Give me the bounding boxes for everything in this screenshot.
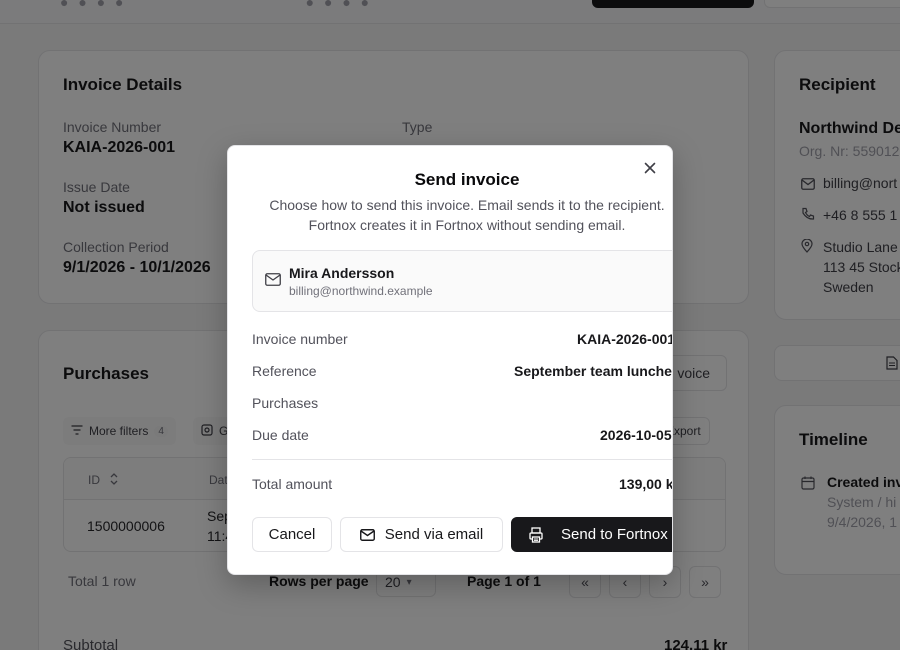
recipient-name: Mira Andersson <box>289 265 395 281</box>
due-date-row-label: Due date <box>252 427 309 443</box>
dialog-description-line1: Choose how to send this invoice. Email s… <box>269 197 665 213</box>
send-to-fortnox-button[interactable]: Send to Fortnox <box>511 517 672 552</box>
send-invoice-dialog: Send invoice Choose how to send this inv… <box>227 145 673 575</box>
invoice-number-row-value: KAIA-2026-001 <box>577 331 673 347</box>
send-via-email-label: Send via email <box>384 526 484 543</box>
mail-icon <box>359 528 375 541</box>
reference-row-label: Reference <box>252 363 317 379</box>
invoice-number-row-label: Invoice number <box>252 331 348 347</box>
dialog-description-line2: Fortnox creates it in Fortnox without se… <box>308 217 626 233</box>
recipient-summary: Mira Andersson billing@northwind.example <box>252 250 672 312</box>
dialog-description: Choose how to send this invoice. Email s… <box>242 195 672 235</box>
due-date-row-value: 2026-10-05 <box>600 427 672 443</box>
cancel-button[interactable]: Cancel <box>252 517 332 552</box>
total-amount-value: 139,00 kr <box>619 476 673 492</box>
purchases-row-label: Purchases <box>252 395 319 411</box>
mail-icon <box>265 273 281 291</box>
cancel-label: Cancel <box>268 526 316 543</box>
send-via-email-button[interactable]: Send via email <box>340 517 503 552</box>
recipient-email-address: billing@northwind.example <box>289 284 433 298</box>
printer-icon <box>529 526 543 543</box>
reference-row-value: September team lunches <box>514 363 673 379</box>
summary-divider <box>252 459 672 460</box>
dialog-title: Send invoice <box>414 170 520 189</box>
send-to-fortnox-label: Send to Fortnox <box>561 526 668 543</box>
total-amount-label: Total amount <box>252 476 333 492</box>
